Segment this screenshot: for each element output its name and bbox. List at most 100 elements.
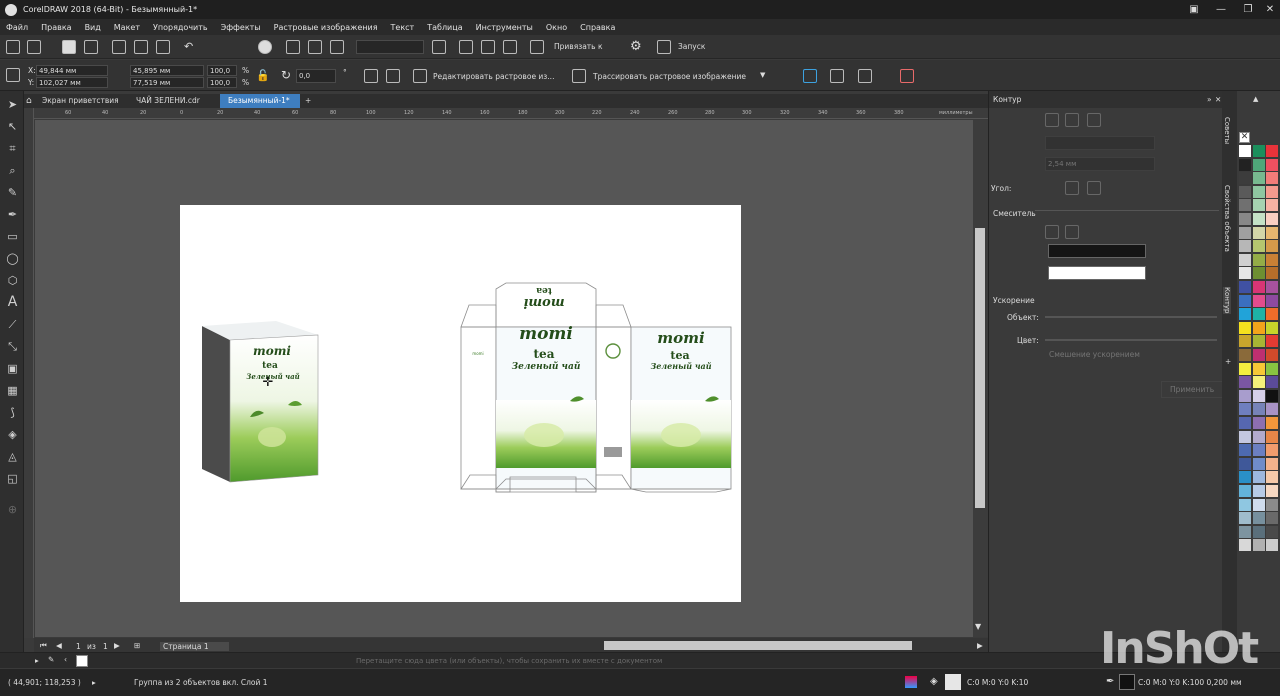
outline-cap-icon[interactable] bbox=[1065, 113, 1079, 127]
palette-color-swatch[interactable] bbox=[1266, 457, 1279, 470]
no-fill-swatch[interactable]: ✕ bbox=[1239, 132, 1250, 143]
angle-icon[interactable] bbox=[1087, 181, 1101, 195]
palette-color-swatch[interactable] bbox=[1252, 281, 1265, 294]
menu-effects[interactable]: Эффекты bbox=[221, 23, 261, 32]
no-color-swatch[interactable] bbox=[76, 655, 88, 667]
palette-color-swatch[interactable] bbox=[1239, 376, 1252, 389]
palette-color-swatch[interactable] bbox=[1252, 525, 1265, 538]
palette-color-swatch[interactable] bbox=[1252, 403, 1265, 416]
apply-button[interactable]: Применить bbox=[1161, 381, 1224, 398]
outline-position-icon[interactable] bbox=[1087, 113, 1101, 127]
palette-color-swatch[interactable] bbox=[1252, 308, 1265, 321]
zoom-tool-icon[interactable]: ⌕ bbox=[6, 164, 19, 177]
publish-pdf-icon[interactable] bbox=[330, 40, 344, 54]
add-docker-icon[interactable]: + bbox=[1225, 357, 1231, 366]
position-y-field[interactable]: 102,027 мм bbox=[36, 77, 108, 88]
open-icon[interactable] bbox=[27, 40, 41, 54]
palette-color-swatch[interactable] bbox=[1239, 525, 1252, 538]
freehand-tool-icon[interactable]: ✎ bbox=[6, 186, 19, 199]
palette-color-swatch[interactable] bbox=[1252, 185, 1265, 198]
artistic-media-icon[interactable]: ✒ bbox=[6, 208, 19, 221]
palette-color-swatch[interactable] bbox=[1239, 185, 1252, 198]
palette-color-swatch[interactable] bbox=[1252, 362, 1265, 375]
palette-color-swatch[interactable] bbox=[1266, 444, 1279, 457]
prev-page-icon[interactable]: ◀ bbox=[56, 641, 62, 650]
palette-color-swatch[interactable] bbox=[1252, 172, 1265, 185]
palette-color-swatch[interactable] bbox=[1252, 158, 1265, 171]
mixer-end-color[interactable] bbox=[1048, 266, 1146, 280]
palette-color-swatch[interactable] bbox=[1266, 172, 1279, 185]
palette-color-swatch[interactable] bbox=[1252, 498, 1265, 511]
palette-color-swatch[interactable] bbox=[1266, 281, 1279, 294]
mixer-icon[interactable] bbox=[1065, 225, 1079, 239]
lock-ratio-icon[interactable]: 🔓 bbox=[256, 69, 270, 82]
palette-color-swatch[interactable] bbox=[1239, 267, 1252, 280]
show-rulers-icon[interactable] bbox=[459, 40, 473, 54]
menu-view[interactable]: Вид bbox=[85, 23, 101, 32]
menu-window[interactable]: Окно bbox=[546, 23, 567, 32]
palette-color-swatch[interactable] bbox=[1252, 335, 1265, 348]
palette-color-swatch[interactable] bbox=[1266, 240, 1279, 253]
tab-chai-zeleni[interactable]: ЧАЙ ЗЕЛЕНИ.cdr bbox=[128, 94, 216, 108]
palette-color-swatch[interactable] bbox=[1266, 389, 1279, 402]
palette-color-swatch[interactable] bbox=[1266, 185, 1279, 198]
outline-join-icon[interactable] bbox=[1045, 113, 1059, 127]
steps-field[interactable] bbox=[1045, 136, 1155, 150]
parallel-dimension-icon[interactable]: ⟋ bbox=[6, 318, 19, 331]
paste-icon[interactable] bbox=[156, 40, 170, 54]
palette-color-swatch[interactable] bbox=[1252, 321, 1265, 334]
add-tab-icon[interactable]: + bbox=[302, 94, 316, 108]
shape-tool-icon[interactable]: ↖ bbox=[6, 120, 19, 133]
height-field[interactable]: 77,519 мм bbox=[130, 77, 204, 88]
ellipse-tool-icon[interactable]: ◯ bbox=[6, 252, 19, 265]
document-page[interactable]: momi tea Зеленый чай ✛ momi tea Зеленый … bbox=[180, 205, 741, 602]
palette-color-swatch[interactable] bbox=[1239, 471, 1252, 484]
add-tool-icon[interactable]: ⊕ bbox=[6, 503, 19, 516]
palette-color-swatch[interactable] bbox=[1239, 417, 1252, 430]
position-x-field[interactable]: 49,844 мм bbox=[36, 65, 108, 76]
palette-color-swatch[interactable] bbox=[1252, 430, 1265, 443]
rotation-angle-field[interactable]: 0,0 bbox=[296, 69, 336, 83]
mirror-horizontal-icon[interactable] bbox=[364, 69, 378, 83]
palette-color-swatch[interactable] bbox=[1266, 335, 1279, 348]
horizontal-ruler[interactable]: 60 40 20 0 20 40 60 80 100 120 140 160 1… bbox=[34, 108, 988, 119]
scale-y-field[interactable]: 100,0 bbox=[207, 77, 237, 88]
page-tab-1[interactable]: Страница 1 bbox=[160, 642, 229, 651]
palette-color-swatch[interactable] bbox=[1239, 213, 1252, 226]
minimize-icon[interactable]: — bbox=[1207, 0, 1235, 19]
mirror-vertical-icon[interactable] bbox=[386, 69, 400, 83]
palette-color-swatch[interactable] bbox=[1266, 158, 1279, 171]
menu-file[interactable]: Файл bbox=[6, 23, 28, 32]
horizontal-scroll-thumb[interactable] bbox=[604, 641, 912, 650]
palette-color-swatch[interactable] bbox=[1252, 226, 1265, 239]
transparency-icon[interactable]: ▦ bbox=[6, 384, 19, 397]
interactive-fill-icon[interactable]: ◈ bbox=[6, 428, 19, 441]
vertical-scrollbar[interactable]: ▼ bbox=[973, 120, 988, 637]
docker-collapse-icon[interactable]: » bbox=[1207, 95, 1212, 104]
outline-width-field[interactable]: 2,54 мм bbox=[1045, 157, 1155, 171]
menu-help[interactable]: Справка bbox=[580, 23, 615, 32]
width-field[interactable]: 45,895 мм bbox=[130, 65, 204, 76]
menu-text[interactable]: Текст bbox=[391, 23, 415, 32]
palette-color-swatch[interactable] bbox=[1252, 417, 1265, 430]
palette-color-swatch[interactable] bbox=[1252, 471, 1265, 484]
eyedropper-icon[interactable]: ⟆ bbox=[6, 406, 19, 419]
palette-color-swatch[interactable] bbox=[1252, 253, 1265, 266]
palette-color-swatch[interactable] bbox=[1266, 308, 1279, 321]
palette-color-swatch[interactable] bbox=[1266, 213, 1279, 226]
palette-color-swatch[interactable] bbox=[1239, 172, 1252, 185]
palette-left-icon[interactable]: ‹ bbox=[64, 655, 67, 664]
edit-bitmap-icon[interactable] bbox=[413, 69, 427, 83]
palette-color-swatch[interactable] bbox=[1252, 213, 1265, 226]
palette-color-swatch[interactable] bbox=[1239, 158, 1252, 171]
palette-color-swatch[interactable] bbox=[1266, 349, 1279, 362]
trace-bitmap-button[interactable]: Трассировать растровое изображение bbox=[593, 72, 746, 81]
save-icon[interactable] bbox=[62, 40, 76, 54]
scroll-right-icon[interactable]: ▶ bbox=[977, 641, 983, 650]
object-origin-icon[interactable] bbox=[6, 68, 20, 82]
palette-color-swatch[interactable] bbox=[1266, 430, 1279, 443]
tab-outline[interactable]: Контур bbox=[1223, 287, 1231, 314]
palette-color-swatch[interactable] bbox=[1266, 294, 1279, 307]
palette-color-swatch[interactable] bbox=[1239, 430, 1252, 443]
palette-color-swatch[interactable] bbox=[1252, 376, 1265, 389]
